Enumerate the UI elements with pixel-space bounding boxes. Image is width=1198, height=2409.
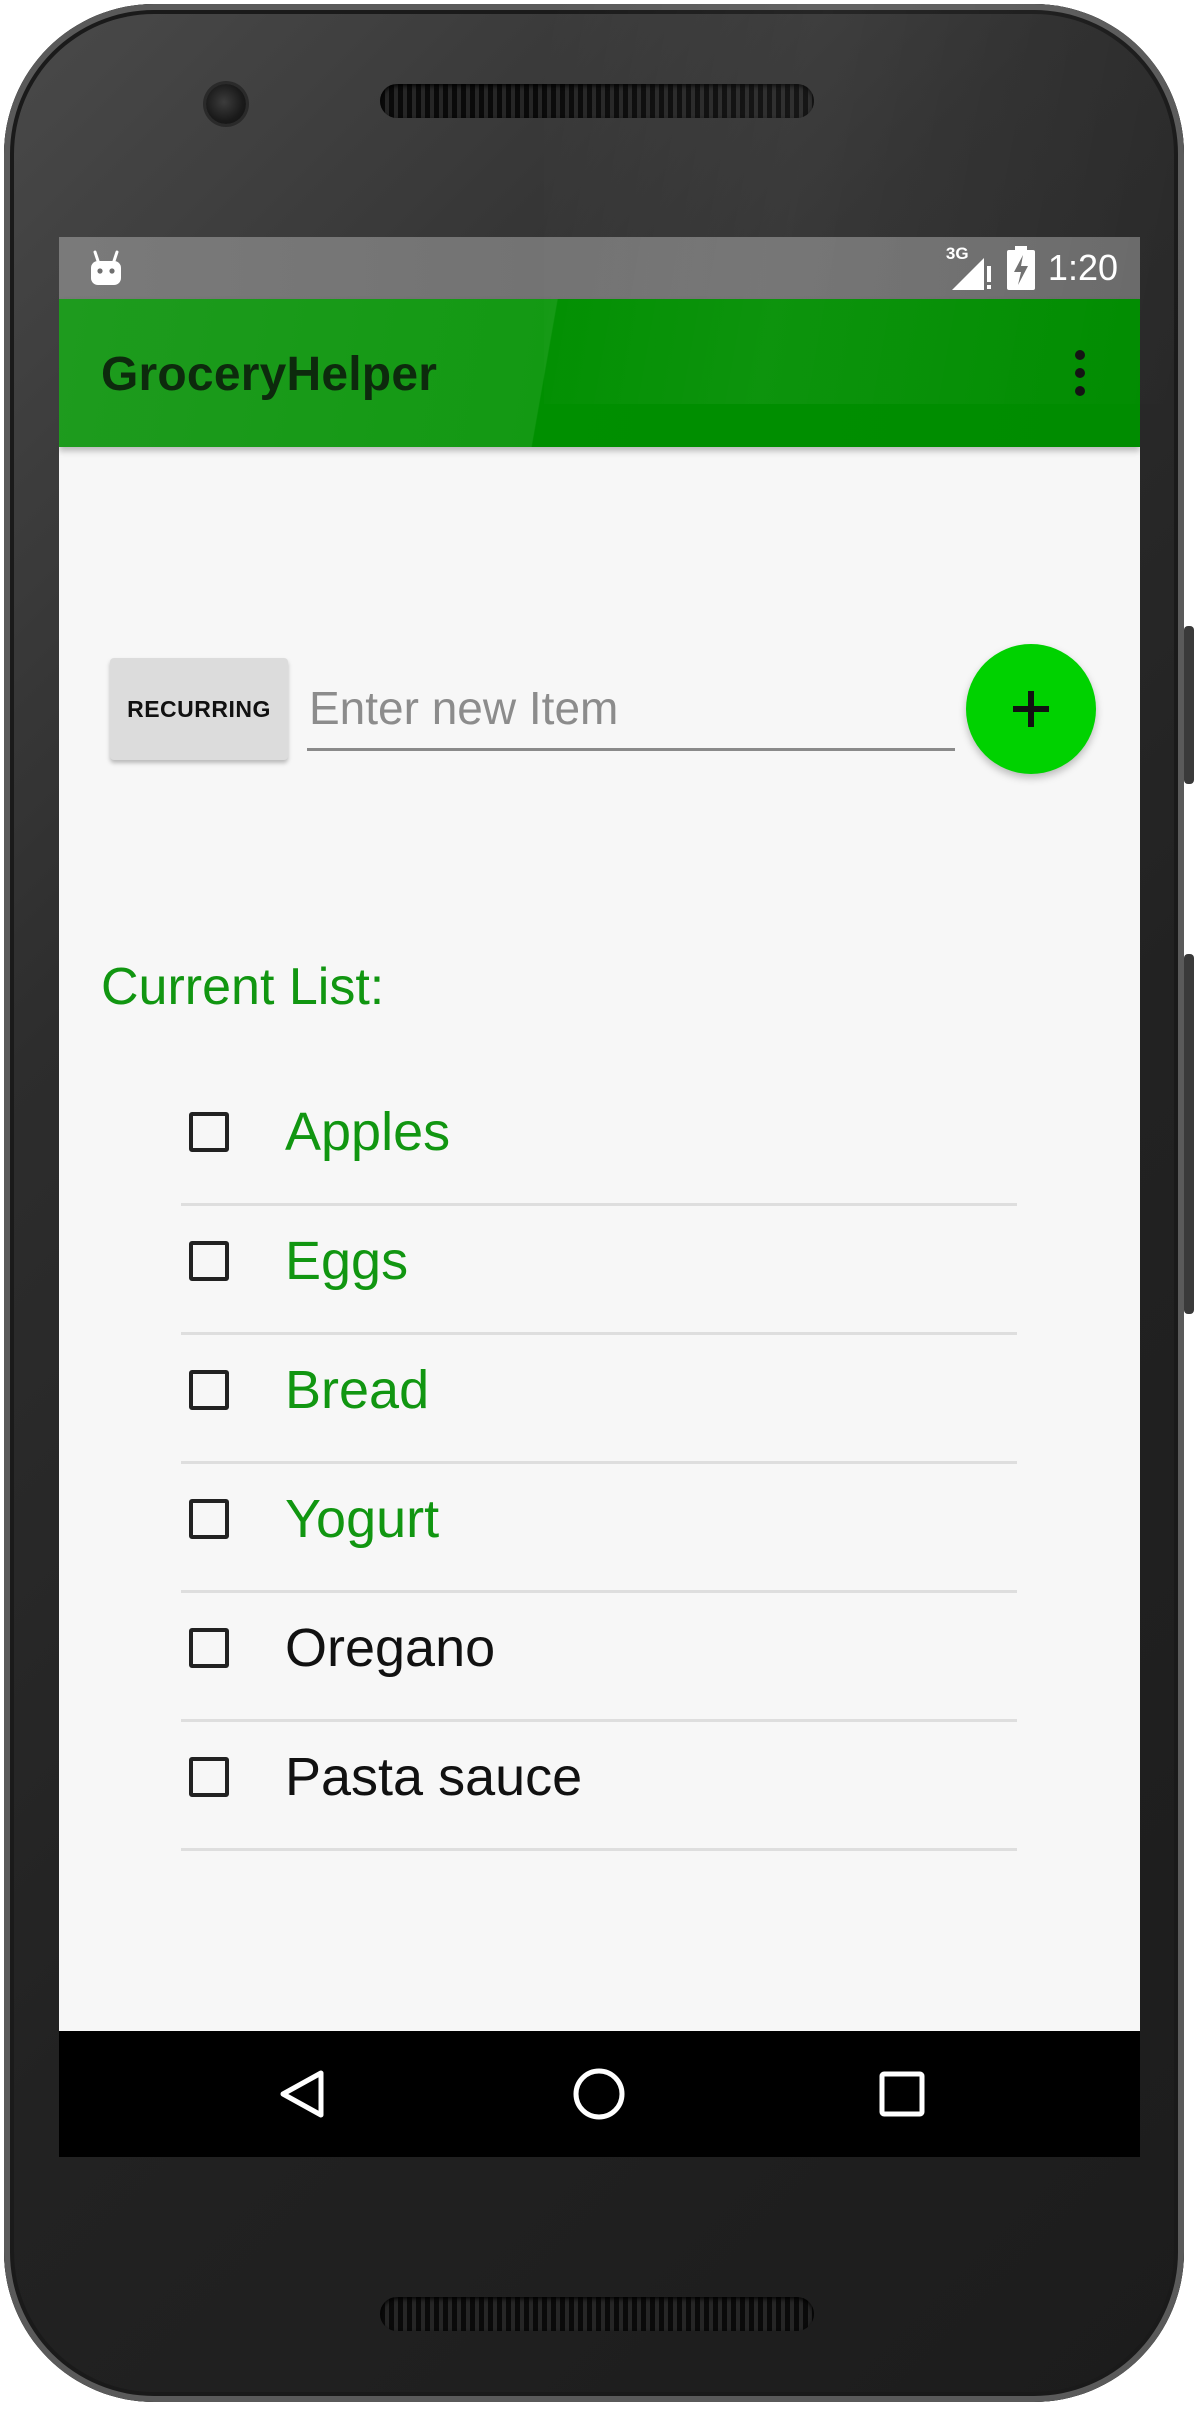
item-checkbox[interactable] bbox=[189, 1628, 229, 1668]
bottom-speaker-grille bbox=[380, 2297, 814, 2331]
item-label: Apples bbox=[285, 1102, 451, 1162]
list-item: Bread bbox=[181, 1335, 1017, 1464]
list-item: Oregano bbox=[181, 1593, 1017, 1722]
item-label: Oregano bbox=[285, 1618, 496, 1678]
phone-frame: 3G 1:20 GroceryHelper RECURRING Enter ne… bbox=[4, 4, 1194, 2402]
item-label: Pasta sauce bbox=[285, 1747, 583, 1807]
item-checkbox[interactable] bbox=[189, 1499, 229, 1539]
item-label: Eggs bbox=[285, 1231, 409, 1291]
device-screen: 3G 1:20 GroceryHelper RECURRING Enter ne… bbox=[59, 237, 1140, 2157]
home-circle-icon bbox=[573, 2068, 625, 2120]
battery-charging-icon bbox=[1006, 246, 1035, 290]
overflow-menu-icon[interactable] bbox=[1060, 339, 1100, 407]
android-notification-icon bbox=[91, 250, 121, 285]
item-label: Bread bbox=[285, 1360, 430, 1420]
signal-icon: 3G bbox=[946, 244, 994, 292]
recurring-button[interactable]: RECURRING bbox=[110, 658, 288, 760]
new-item-input[interactable] bbox=[307, 667, 955, 751]
list-item: Apples bbox=[181, 1077, 1017, 1206]
item-checkbox[interactable] bbox=[189, 1757, 229, 1797]
status-time: 1:20 bbox=[1047, 247, 1118, 288]
recents-button[interactable] bbox=[867, 2059, 937, 2129]
add-item-button[interactable] bbox=[966, 644, 1096, 774]
status-icons: 3G 1:20 bbox=[946, 237, 1118, 299]
recents-square-icon bbox=[879, 2071, 925, 2117]
volume-button bbox=[1184, 626, 1194, 784]
grocery-list: Apples Eggs Bread Yogurt Oregano Pasta s… bbox=[181, 1077, 1017, 1851]
back-button[interactable] bbox=[267, 2059, 337, 2129]
back-triangle-icon bbox=[280, 2070, 324, 2118]
status-bar: 3G 1:20 bbox=[59, 237, 1140, 299]
item-checkbox[interactable] bbox=[189, 1370, 229, 1410]
front-camera bbox=[206, 84, 246, 124]
list-item: Yogurt bbox=[181, 1464, 1017, 1593]
home-button[interactable] bbox=[564, 2059, 634, 2129]
app-toolbar: GroceryHelper bbox=[59, 299, 1140, 447]
power-button bbox=[1184, 954, 1194, 1314]
current-list-heading: Current List: bbox=[101, 958, 385, 1016]
system-nav-bar bbox=[59, 2031, 1140, 2157]
item-label: Yogurt bbox=[285, 1489, 440, 1549]
list-item: Pasta sauce bbox=[181, 1722, 1017, 1851]
top-speaker-grille bbox=[380, 84, 814, 118]
item-checkbox[interactable] bbox=[189, 1112, 229, 1152]
plus-icon bbox=[1013, 691, 1049, 727]
item-checkbox[interactable] bbox=[189, 1241, 229, 1281]
app-title: GroceryHelper bbox=[101, 348, 438, 401]
list-item: Eggs bbox=[181, 1206, 1017, 1335]
